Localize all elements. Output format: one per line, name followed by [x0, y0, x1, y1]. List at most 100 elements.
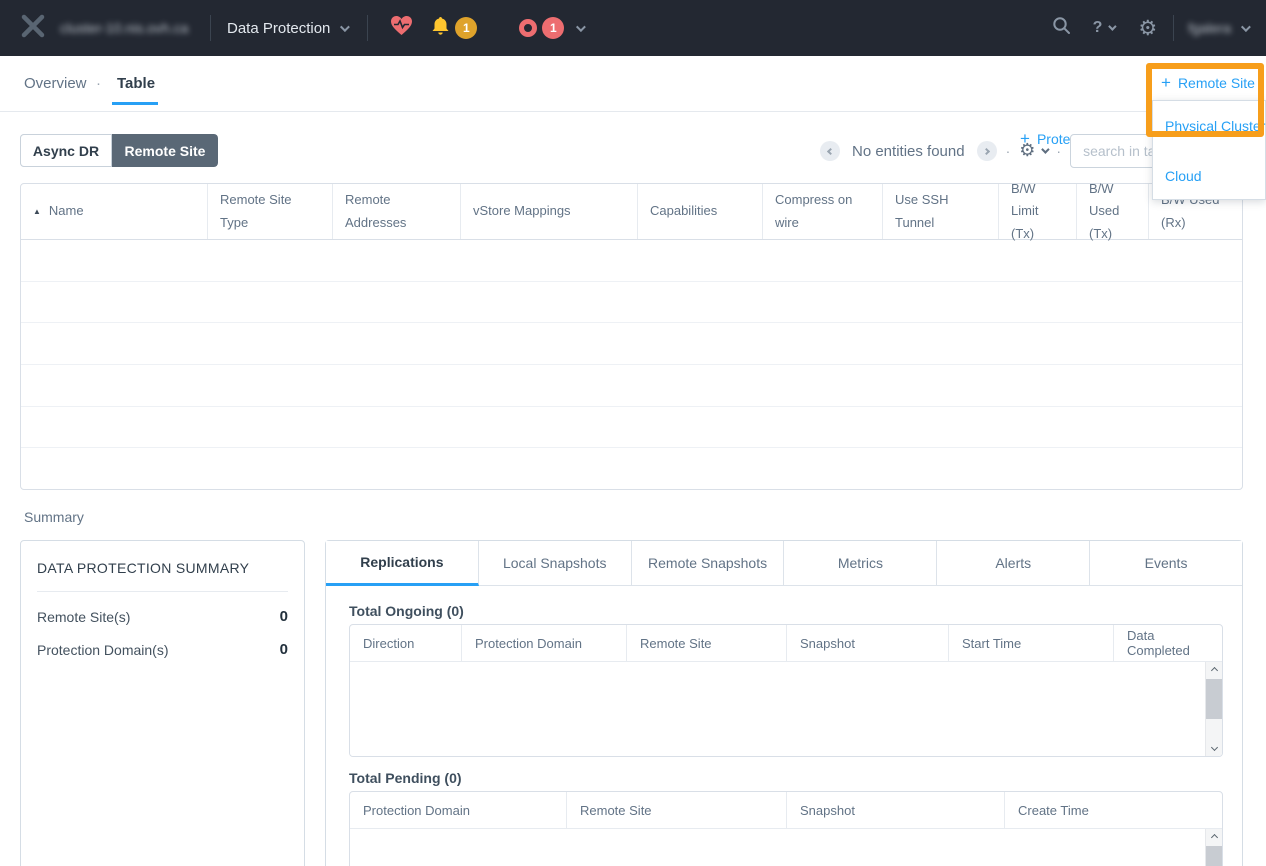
critical-alert-ring-icon[interactable] [519, 19, 537, 37]
column-header-snapshot: Snapshot [787, 625, 949, 661]
health-heart-icon[interactable] [390, 15, 413, 41]
search-icon[interactable] [1052, 16, 1071, 40]
warning-count-badge[interactable]: 1 [455, 17, 477, 39]
column-label: Remote Site Type [220, 189, 320, 233]
pagination-next-button[interactable] [977, 141, 997, 161]
remote-site-toggle-button[interactable]: Remote Site [112, 134, 218, 167]
table-row [21, 323, 1242, 365]
column-label: Remote Addresses [345, 189, 448, 233]
column-header-vstore-mappings[interactable]: vStore Mappings [461, 184, 638, 239]
page-header: Overview · Table + Protection Domain [0, 56, 1266, 112]
help-chevron-down-icon[interactable] [1109, 22, 1117, 30]
tab-replications[interactable]: Replications [326, 541, 479, 586]
data-protection-page: cluster-10.nis.ovh.ca Data Protection 1 … [0, 0, 1266, 866]
summary-heading: Summary [24, 509, 84, 525]
column-header-remote-site-type[interactable]: Remote Site Type [208, 184, 333, 239]
tab-local-snapshots[interactable]: Local Snapshots [479, 541, 632, 586]
add-remote-site-button[interactable]: + Remote Site [1161, 75, 1255, 91]
alerts-bell-icon[interactable] [431, 16, 450, 41]
toolbar-dot: · [1006, 143, 1011, 159]
column-header-remote-addresses[interactable]: Remote Addresses [333, 184, 461, 239]
remote-site-dropdown-menu: Physical Cluster Cloud [1152, 100, 1266, 200]
tab-alerts[interactable]: Alerts [937, 541, 1090, 586]
user-chevron-down-icon [1241, 22, 1251, 32]
dr-type-toggle: Async DR Remote Site [20, 134, 218, 167]
column-label: Snapshot [800, 636, 855, 651]
column-header-bw-used-tx[interactable]: B/W Used (Tx) [1077, 184, 1149, 239]
column-header-bw-limit-tx[interactable]: B/W Limit (Tx) [999, 184, 1077, 239]
scroll-up-arrow[interactable] [1206, 662, 1222, 679]
column-header-protection-domain: Protection Domain [462, 625, 627, 661]
table-settings-gear-button[interactable]: ⚙ [1019, 142, 1047, 160]
table-row [21, 448, 1242, 490]
vertical-scrollbar[interactable] [1205, 829, 1222, 866]
table-row [21, 240, 1242, 282]
tab-table[interactable]: Table [117, 75, 155, 92]
scroll-up-arrow[interactable] [1206, 829, 1222, 846]
summary-row-remote-sites: Remote Site(s) 0 [21, 592, 304, 625]
user-menu[interactable]: fgalera [1188, 20, 1248, 36]
table-row [21, 407, 1242, 449]
summary-card-title: DATA PROTECTION SUMMARY [21, 541, 304, 591]
pending-table-header: Protection Domain Remote Site Snapshot C… [350, 792, 1222, 829]
toolbar-dot: · [1056, 143, 1061, 159]
column-label: Capabilities [650, 200, 717, 222]
replications-tab-content: Total Ongoing (0) Direction Protection D… [326, 603, 1242, 866]
menu-item-cloud[interactable]: Cloud [1153, 151, 1265, 201]
vertical-scrollbar[interactable] [1205, 662, 1222, 756]
tab-events[interactable]: Events [1090, 541, 1242, 586]
column-header-direction: Direction [350, 625, 462, 661]
column-label: Snapshot [800, 803, 855, 818]
column-label: Remote Site [580, 803, 652, 818]
scrollbar-thumb[interactable] [1206, 846, 1222, 866]
navbar-status-icons: 1 1 [368, 15, 583, 41]
active-tab-underline [112, 102, 158, 105]
scrollbar-thumb[interactable] [1206, 679, 1222, 719]
plus-icon: + [1161, 76, 1171, 90]
column-label: vStore Mappings [473, 200, 571, 222]
menu-item-physical-cluster[interactable]: Physical Cluster [1153, 101, 1265, 151]
column-header-snapshot: Snapshot [787, 792, 1005, 828]
summary-label: Remote Site(s) [37, 609, 130, 625]
settings-gear-icon[interactable]: ⚙ [1138, 18, 1157, 39]
tab-overview[interactable]: Overview [24, 75, 87, 92]
async-dr-toggle-button[interactable]: Async DR [20, 134, 112, 167]
critical-count-badge[interactable]: 1 [542, 17, 564, 39]
column-label: Name [49, 200, 84, 222]
column-header-use-ssh-tunnel[interactable]: Use SSH Tunnel [883, 184, 999, 239]
nutanix-logo-icon[interactable] [20, 13, 46, 44]
column-label: Start Time [962, 636, 1021, 651]
column-header-compress-on-wire[interactable]: Compress on wire [763, 184, 883, 239]
data-protection-menu[interactable]: Data Protection [227, 20, 347, 37]
column-label: Data Completed [1127, 628, 1211, 658]
pagination-prev-button[interactable] [820, 141, 840, 161]
ongoing-replications-table: Direction Protection Domain Remote Site … [349, 624, 1223, 757]
tab-metrics[interactable]: Metrics [784, 541, 937, 586]
column-header-create-time: Create Time [1005, 792, 1223, 828]
navbar-right-controls: ? ⚙ fgalera [1052, 15, 1266, 41]
help-button[interactable]: ? [1093, 19, 1103, 37]
add-remote-site-label: Remote Site [1178, 75, 1255, 91]
column-label: Remote Site [640, 636, 712, 651]
gear-icon: ⚙ [1019, 142, 1035, 160]
column-label: B/W Limit (Tx) [1011, 178, 1064, 244]
cluster-name[interactable]: cluster-10.nis.ovh.ca [60, 20, 210, 36]
scroll-down-arrow[interactable] [1206, 739, 1222, 756]
total-ongoing-title: Total Ongoing (0) [349, 603, 1221, 619]
tab-remote-snapshots[interactable]: Remote Snapshots [632, 541, 785, 586]
column-header-protection-domain: Protection Domain [350, 792, 567, 828]
column-label: Protection Domain [363, 803, 470, 818]
ongoing-table-header: Direction Protection Domain Remote Site … [350, 625, 1222, 662]
column-header-remote-site: Remote Site [567, 792, 787, 828]
alerts-chevron-down-icon[interactable] [576, 22, 586, 32]
column-header-name[interactable]: ▲ Name [21, 184, 208, 239]
navbar-divider [210, 15, 211, 41]
column-header-start-time: Start Time [949, 625, 1114, 661]
column-label: B/W Used (Tx) [1089, 178, 1136, 244]
detail-panel: Replications Local Snapshots Remote Snap… [325, 540, 1243, 866]
tab-separator-dot: · [96, 75, 101, 92]
column-label: Create Time [1018, 803, 1089, 818]
pending-replications-table: Protection Domain Remote Site Snapshot C… [349, 791, 1223, 866]
navbar-divider [1173, 15, 1174, 41]
column-header-capabilities[interactable]: Capabilities [638, 184, 763, 239]
